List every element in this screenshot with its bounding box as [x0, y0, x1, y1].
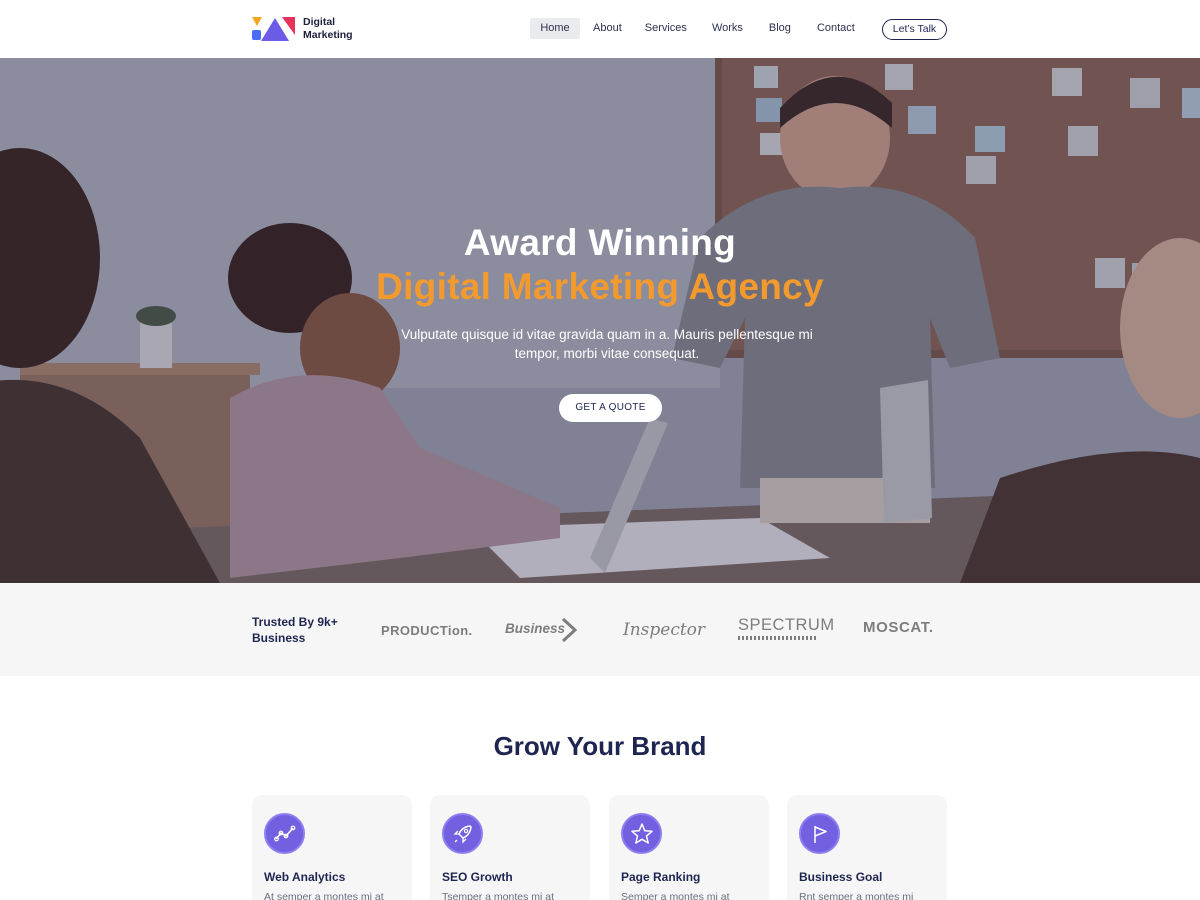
- logo-text-line2: Marketing: [303, 29, 353, 41]
- card-description: Rnt semper a montes mi: [799, 891, 914, 900]
- trusted-label: Trusted By 9k+ Business: [252, 615, 338, 645]
- logo-mark-icon: [252, 17, 295, 41]
- star-icon: [621, 813, 662, 854]
- flag-icon: [799, 813, 840, 854]
- logo-text-line1: Digital: [303, 16, 336, 28]
- spectrum-bars-icon: [738, 636, 818, 640]
- get-a-quote-button[interactable]: GET A QUOTE: [559, 394, 662, 422]
- card-title: Web Analytics: [264, 870, 346, 884]
- service-card-business-goal[interactable]: Business Goal Rnt semper a montes mi: [787, 795, 947, 900]
- card-title: Page Ranking: [621, 870, 701, 884]
- card-description: Semper a montes mi at: [621, 891, 730, 900]
- section-title: Grow Your Brand: [493, 731, 707, 761]
- nav-services[interactable]: Services: [635, 18, 697, 39]
- card-title: SEO Growth: [442, 870, 513, 884]
- rocket-icon: [442, 813, 483, 854]
- service-card-page-ranking[interactable]: Page Ranking Semper a montes mi at: [609, 795, 769, 900]
- service-card-seo-growth[interactable]: SEO Growth Tsemper a montes mi at: [430, 795, 590, 900]
- nav-works[interactable]: Works: [702, 18, 753, 39]
- logo-text: Digital Marketing: [303, 16, 353, 42]
- hero-description: Vulputate quisque id vitae gravida quam …: [401, 327, 813, 361]
- brand-logo-production: PRODUCTion.: [381, 623, 473, 638]
- trusted-by-section: Trusted By 9k+ Business PRODUCTion. Busi…: [0, 583, 1200, 676]
- analytics-icon: [264, 813, 305, 854]
- card-description: Tsemper a montes mi at: [442, 891, 555, 900]
- nav-contact[interactable]: Contact: [807, 18, 865, 39]
- brand-logo-moscat: MOSCAT.: [863, 619, 934, 636]
- brand-logo-business: Business: [505, 621, 566, 636]
- logo[interactable]: Digital Marketing: [252, 16, 353, 42]
- hero-overlay: [0, 58, 1200, 583]
- nav-blog[interactable]: Blog: [759, 18, 801, 39]
- card-description: At semper a montes mi at: [264, 891, 384, 900]
- hero-title-line2: Digital Marketing Agency: [376, 266, 824, 307]
- lets-talk-button[interactable]: Let’s Talk: [882, 19, 947, 40]
- nav-about[interactable]: About: [583, 18, 632, 39]
- service-card-web-analytics[interactable]: Web Analytics At semper a montes mi at: [252, 795, 412, 900]
- brand-logo-inspector: Inspector: [623, 620, 706, 640]
- business-arrow-icon: [561, 617, 578, 643]
- main-nav: Home About Services Works Blog Contact: [530, 18, 865, 39]
- site-header: Digital Marketing Home About Services Wo…: [0, 0, 1200, 58]
- card-title: Business Goal: [799, 870, 883, 884]
- nav-home[interactable]: Home: [530, 18, 580, 39]
- hero-title-line1: Award Winning: [463, 222, 737, 263]
- hero-section: Award Winning Digital Marketing Agency V…: [0, 58, 1200, 583]
- brand-logo-spectrum: SPECTRUM: [738, 616, 835, 634]
